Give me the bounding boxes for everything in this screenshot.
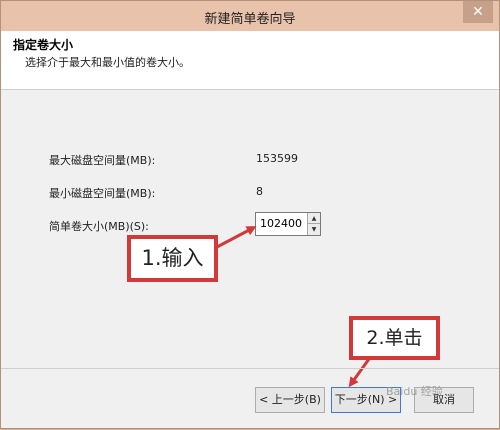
annotation-step1-text: 1.输入: [141, 246, 204, 270]
annotation-step2: 2.单击: [349, 316, 440, 360]
back-button[interactable]: < 上一步(B): [255, 387, 325, 413]
arrow-step1: [216, 226, 257, 249]
annotation-arrows: [216, 226, 376, 388]
footer-divider: [1, 368, 499, 369]
annotation-step1: 1.输入: [127, 235, 218, 282]
watermark: Baidu 经验: [386, 385, 443, 398]
annotation-step2-text: 2.单击: [366, 327, 423, 349]
wizard-window: 新建简单卷向导 ✕ 指定卷大小 选择介于最大和最小值的卷大小。 最大磁盘空间量(…: [0, 0, 500, 429]
